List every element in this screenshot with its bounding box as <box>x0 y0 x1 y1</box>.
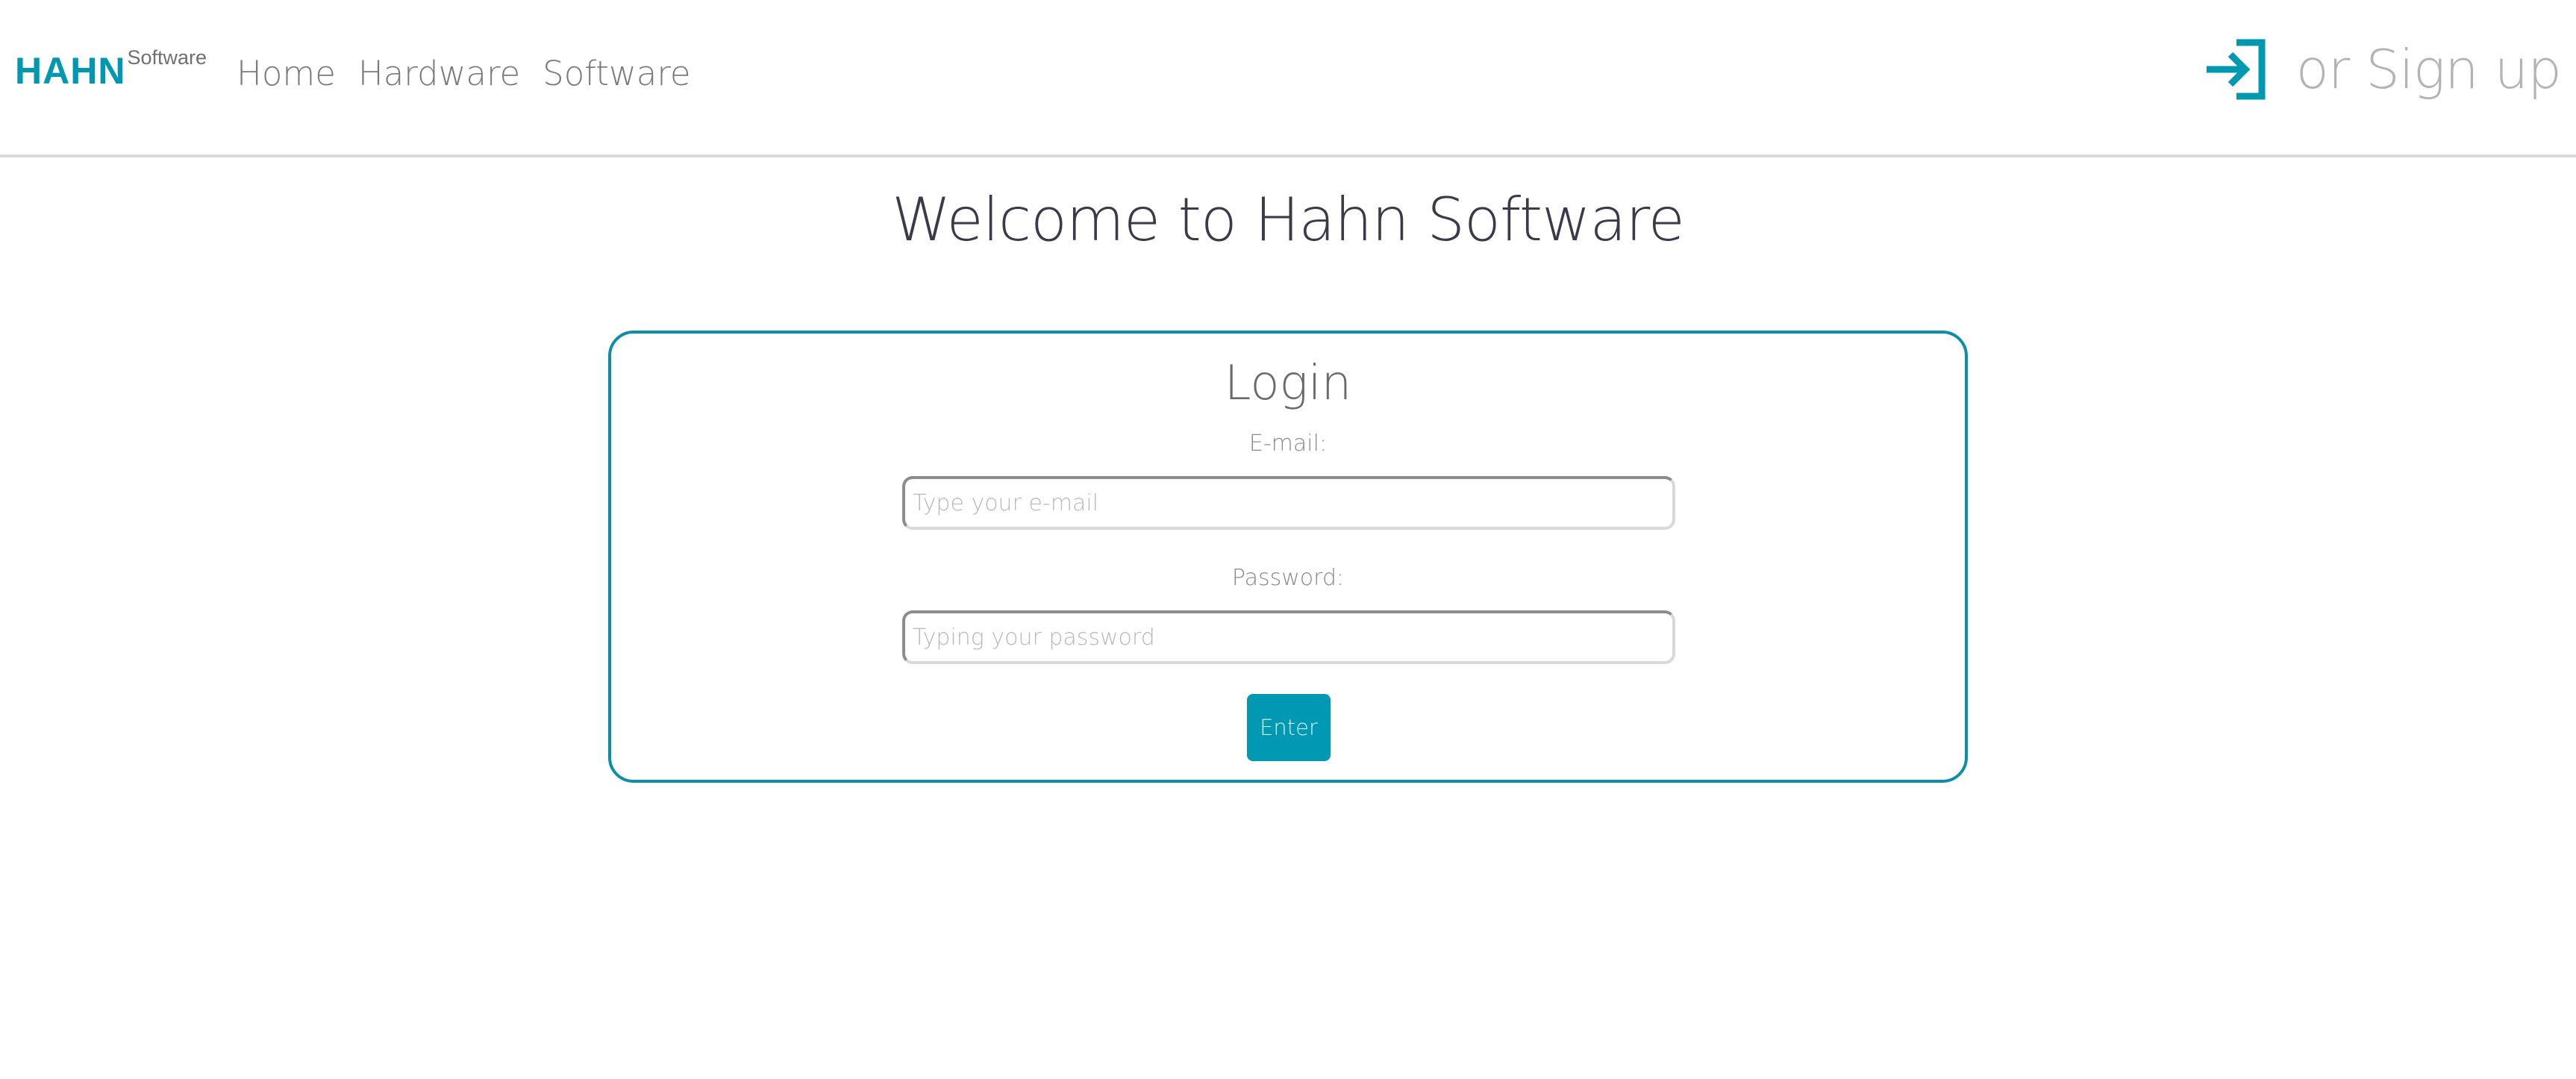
email-input[interactable] <box>902 476 1675 530</box>
password-label: Password: <box>1231 565 1345 591</box>
nav-link-home[interactable]: Home <box>237 54 336 93</box>
logo-sub-text: Software <box>127 46 207 69</box>
login-heading: Login <box>1224 356 1352 411</box>
email-label: E-mail: <box>1248 431 1328 457</box>
logo-main-text: HAHN <box>15 50 126 92</box>
sign-up-link[interactable]: or Sign up <box>2296 38 2562 101</box>
nav-link-hardware[interactable]: Hardware <box>358 54 520 93</box>
enter-button[interactable]: Enter <box>1247 694 1331 761</box>
auth-links: or Sign up <box>2204 36 2562 103</box>
login-card: Login E-mail: Password: Enter <box>608 331 1968 783</box>
sign-in-icon[interactable] <box>2204 38 2268 101</box>
page-title: Welcome to Hahn Software <box>892 185 1685 254</box>
password-input[interactable] <box>902 610 1675 664</box>
nav-link-software[interactable]: Software <box>543 54 690 93</box>
main-nav: Home Hardware Software <box>237 54 691 93</box>
top-navbar: HAHNSoftware Home Hardware Software or S… <box>0 0 2576 157</box>
hahn-software-logo[interactable]: HAHNSoftware <box>15 46 207 94</box>
